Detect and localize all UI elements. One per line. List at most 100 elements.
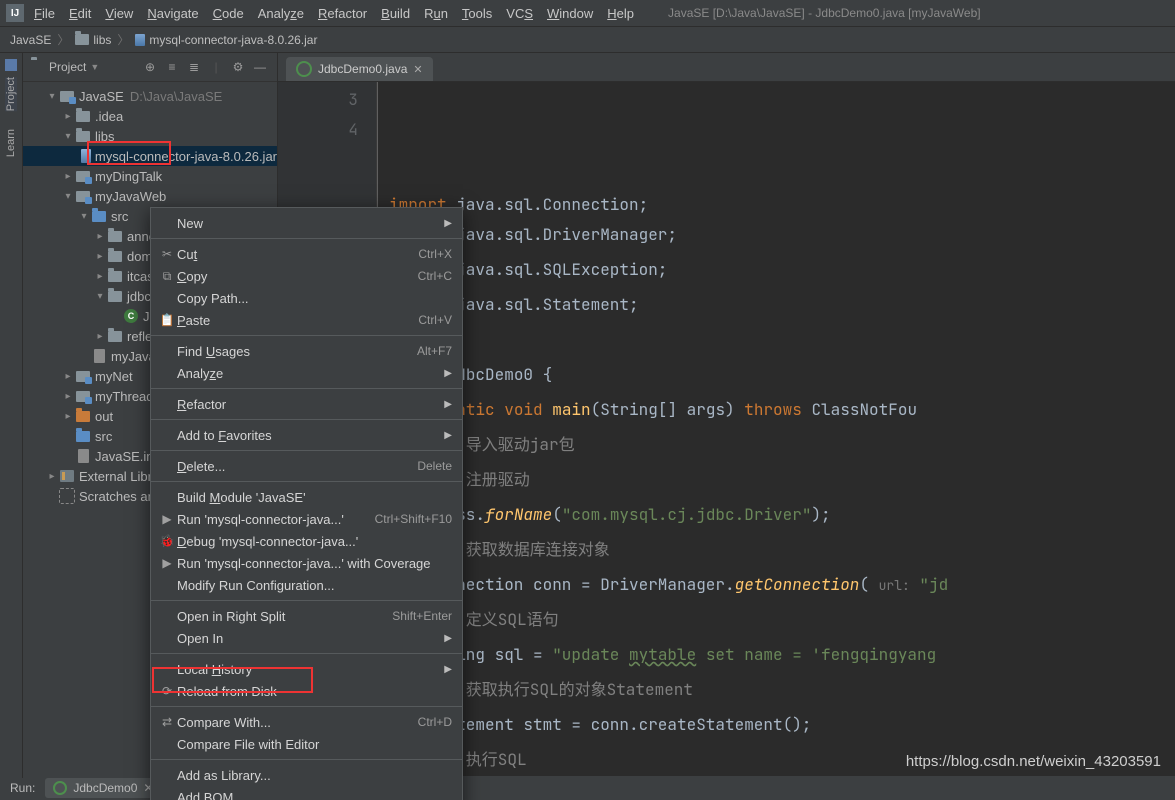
menu-item-add-bom[interactable]: Add BOM <box>151 786 462 800</box>
menu-item-paste[interactable]: 📋PasteCtrl+V <box>151 309 462 331</box>
menu-item-copy[interactable]: ⧉CopyCtrl+C <box>151 265 462 287</box>
code-line[interactable]: //4.定义SQL语句 <box>389 602 1175 637</box>
menu-item-add-to-favorites[interactable]: Add to Favorites▶ <box>151 424 462 446</box>
editor-tabs: JdbcDemo0.java ✕ <box>278 53 1175 82</box>
menu-navigate[interactable]: Navigate <box>147 6 198 21</box>
code-line[interactable]: Class.forName("com.mysql.cj.jdbc.Driver"… <box>389 497 1175 532</box>
menu-edit[interactable]: Edit <box>69 6 91 21</box>
menu-item-debug-mysql-connector-java[interactable]: 🐞Debug 'mysql-connector-java...' <box>151 530 462 552</box>
code-line[interactable]: //3.获取数据库连接对象 <box>389 532 1175 567</box>
code-line[interactable]: String sql = "update mytable set name = … <box>389 637 1175 672</box>
menu-item-copy-path[interactable]: Copy Path... <box>151 287 462 309</box>
tree-node--idea[interactable]: ▸.idea <box>23 106 277 126</box>
code-line[interactable]: java.sql.Statement; <box>389 287 1175 322</box>
code-line[interactable]: import java.sql.DriverManager; <box>389 217 1175 252</box>
expand-icon[interactable]: ▾ <box>61 191 75 202</box>
menu-item-refactor[interactable]: Refactor▶ <box>151 393 462 415</box>
code-line[interactable] <box>389 322 1175 357</box>
menu-item-open-in-right-split[interactable]: Open in Right SplitShift+Enter <box>151 605 462 627</box>
watermark: https://blog.csdn.net/weixin_43203591 <box>906 753 1161 770</box>
editor-tab-jdbcdemo0[interactable]: JdbcDemo0.java ✕ <box>286 57 433 81</box>
folder-icon <box>75 34 89 45</box>
code-line[interactable]: blic static void main(String[] args) thr… <box>389 392 1175 427</box>
locate-button[interactable]: ⊕ <box>141 58 159 76</box>
tool-tab-project[interactable]: Project <box>5 77 17 111</box>
hide-button[interactable]: — <box>251 58 269 76</box>
expand-icon[interactable]: ▸ <box>61 391 75 402</box>
menu-item-analyze[interactable]: Analyze▶ <box>151 362 462 384</box>
menu-item-delete[interactable]: Delete...Delete <box>151 455 462 477</box>
tree-node-myjavaweb[interactable]: ▾myJavaWeb <box>23 186 277 206</box>
expand-icon[interactable]: ▸ <box>93 331 107 342</box>
menu-item-label: Copy Path... <box>177 291 452 306</box>
expand-icon[interactable]: ▸ <box>61 371 75 382</box>
settings-button[interactable]: ⚙ <box>229 58 247 76</box>
context-menu[interactable]: New▶ ✂CutCtrl+X⧉CopyCtrl+C Copy Path... 📋Pa… <box>150 207 463 800</box>
tree-node-javase[interactable]: ▾JavaSED:\Java\JavaSE <box>23 86 277 106</box>
sidebar-header: Project ▼ ⊕ ≡ ≣ | ⚙ — <box>23 53 277 82</box>
expand-icon[interactable]: ▾ <box>77 211 91 222</box>
tree-node-mydingtalk[interactable]: ▸myDingTalk <box>23 166 277 186</box>
menu-item-open-in[interactable]: Open In▶ <box>151 627 462 649</box>
menu-help[interactable]: Help <box>607 6 634 21</box>
tree-node-mysql-connector-java-8-0-26-jar[interactable]: mysql-connector-java-8.0.26.jar <box>23 146 277 166</box>
expand-icon[interactable]: ▸ <box>45 471 59 482</box>
code-line[interactable]: import java.sql.Connection; <box>389 187 1175 217</box>
expand-icon[interactable]: ▸ <box>61 411 75 422</box>
expand-icon[interactable]: ▸ <box>61 111 75 122</box>
code-line[interactable]: class JdbcDemo0 { <box>389 357 1175 392</box>
expand-icon[interactable]: ▾ <box>93 291 107 302</box>
expand-icon[interactable]: ▾ <box>61 131 75 142</box>
menu-item-find-usages[interactable]: Find UsagesAlt+F7 <box>151 340 462 362</box>
menu-item-local-history[interactable]: Local History▶ <box>151 658 462 680</box>
menu-code[interactable]: Code <box>213 6 244 21</box>
gutter-line <box>278 147 358 182</box>
tool-tab-learn[interactable]: Learn <box>5 129 17 157</box>
tree-node-libs[interactable]: ▾libs <box>23 126 277 146</box>
paste-icon: 📋 <box>157 313 177 327</box>
menu-item-compare-file-with-editor[interactable]: Compare File with Editor <box>151 733 462 755</box>
expand-icon[interactable]: ▸ <box>93 251 107 262</box>
menu-item-compare-with[interactable]: ⇄Compare With...Ctrl+D <box>151 711 462 733</box>
breadcrumb-jar[interactable]: mysql-connector-java-8.0.26.jar <box>149 33 317 47</box>
menu-window[interactable]: Window <box>547 6 593 21</box>
menu-item-cut[interactable]: ✂CutCtrl+X <box>151 243 462 265</box>
close-tab-icon[interactable]: ✕ <box>413 63 422 76</box>
menu-shortcut: Ctrl+D <box>418 715 452 729</box>
expand-icon[interactable]: ▸ <box>93 231 107 242</box>
expand-icon[interactable]: ▸ <box>61 171 75 182</box>
menu-refactor[interactable]: Refactor <box>318 6 367 21</box>
menu-item-reload-from-disk[interactable]: ⟳Reload from Disk <box>151 680 462 702</box>
expand-icon[interactable]: ▾ <box>45 91 59 102</box>
menu-view[interactable]: View <box>105 6 133 21</box>
expand-all-button[interactable]: ≡ <box>163 58 181 76</box>
tree-node-path: D:\Java\JavaSE <box>130 89 223 104</box>
menu-item-add-as-library[interactable]: Add as Library... <box>151 764 462 786</box>
collapse-all-button[interactable]: ≣ <box>185 58 203 76</box>
expand-icon[interactable]: ▸ <box>93 271 107 282</box>
code-line[interactable]: //5.获取执行SQL的对象Statement <box>389 672 1175 707</box>
menu-item-run-mysql-connector-java-with-coverage[interactable]: ▶Run 'mysql-connector-java...' with Cove… <box>151 552 462 574</box>
menu-item-modify-run-configuration[interactable]: Modify Run Configuration... <box>151 574 462 596</box>
menu-vcs[interactable]: VCS <box>506 6 533 21</box>
breadcrumb-libs[interactable]: libs <box>93 33 111 47</box>
code-line[interactable]: Statement stmt = conn.createStatement(); <box>389 707 1175 742</box>
breadcrumb-root[interactable]: JavaSE <box>10 33 51 47</box>
menu-build[interactable]: Build <box>381 6 410 21</box>
code-line[interactable]: java.sql.SQLException; <box>389 252 1175 287</box>
menu-item-new[interactable]: New▶ <box>151 212 462 234</box>
project-tool-icon[interactable] <box>5 59 17 71</box>
menu-tools[interactable]: Tools <box>462 6 492 21</box>
source-code[interactable]: import java.sql.Connection;import java.s… <box>377 82 1175 778</box>
run-tab[interactable]: JdbcDemo0 ✕ <box>45 778 161 798</box>
sidebar-title[interactable]: Project ▼ <box>31 60 99 74</box>
menu-analyze[interactable]: Analyze <box>258 6 304 21</box>
menu-separator <box>151 388 462 389</box>
menu-item-run-mysql-connector-java[interactable]: ▶Run 'mysql-connector-java...'Ctrl+Shift… <box>151 508 462 530</box>
code-line[interactable]: //2.注册驱动 <box>389 462 1175 497</box>
code-line[interactable]: Connection conn = DriverManager.getConne… <box>389 567 1175 602</box>
menu-file[interactable]: File <box>34 6 55 21</box>
menu-run[interactable]: Run <box>424 6 448 21</box>
menu-item-build-module-javase[interactable]: Build Module 'JavaSE' <box>151 486 462 508</box>
code-line[interactable]: //1.导入驱动jar包 <box>389 427 1175 462</box>
